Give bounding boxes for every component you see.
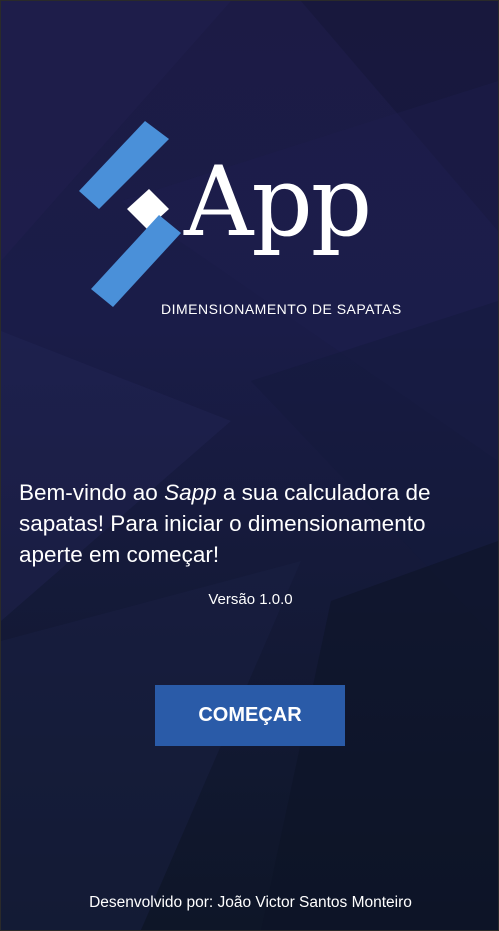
developer-credit: Desenvolvido por: João Victor Santos Mon… bbox=[89, 894, 412, 911]
logo: App DIMENSIONAMENTO DE SAPATAS bbox=[1, 111, 498, 331]
welcome-message: Bem-vindo ao Sapp a sua calculadora de s… bbox=[19, 477, 484, 570]
start-button[interactable]: COMEÇAR bbox=[155, 685, 345, 746]
logo-wordmark: App bbox=[184, 146, 372, 258]
version-label: Versão 1.0.0 bbox=[208, 591, 293, 608]
welcome-app-name: Sapp bbox=[164, 480, 217, 505]
logo-subtitle: DIMENSIONAMENTO DE SAPATAS bbox=[161, 301, 402, 317]
welcome-prefix: Bem-vindo ao bbox=[19, 480, 165, 505]
app-screen: App DIMENSIONAMENTO DE SAPATAS Bem-vindo… bbox=[0, 0, 499, 931]
